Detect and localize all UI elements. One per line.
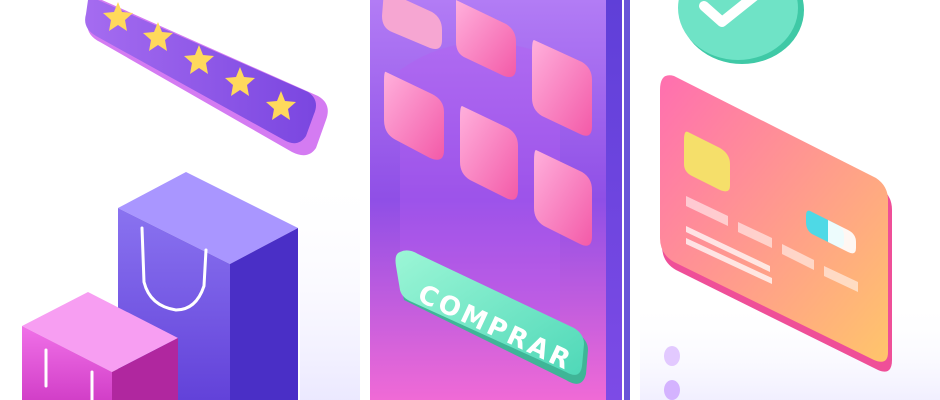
illustration-canvas: COMPRAR xyxy=(22,0,940,400)
check-badge xyxy=(678,0,804,64)
phone: COMPRAR xyxy=(370,0,630,400)
isometric-shopping-illustration: COMPRAR xyxy=(0,0,940,400)
rating-bar xyxy=(85,0,328,156)
